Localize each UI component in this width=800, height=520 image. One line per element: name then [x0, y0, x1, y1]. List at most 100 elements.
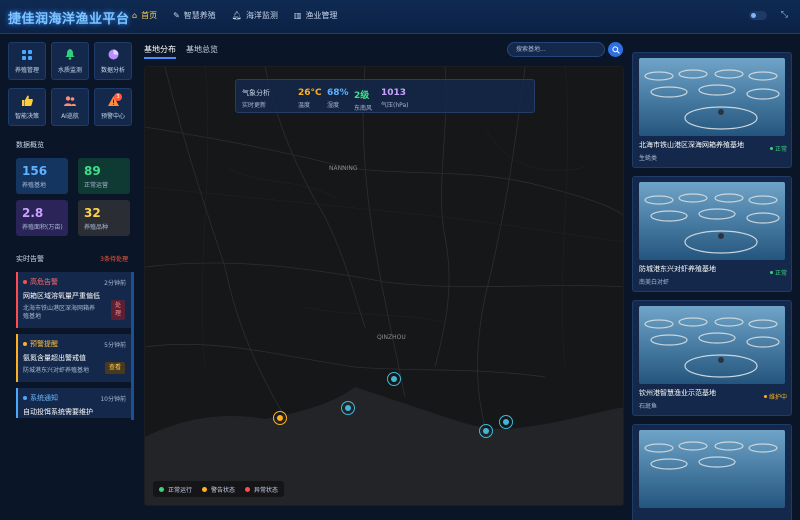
grid-icon: [21, 49, 33, 61]
base-card[interactable]: [632, 424, 792, 520]
base-species: 南美白对虾: [639, 279, 670, 286]
overview-stats: 156 养殖基地 89 正常运营 2.8 养殖面积(万亩) 32 养殖品种: [16, 158, 132, 236]
weather-value: 26°C: [298, 88, 322, 98]
map-place-label: QINZHOU: [377, 334, 406, 341]
pen-icon: ✎: [173, 11, 180, 20]
handle-button[interactable]: 处理: [111, 300, 125, 320]
base-name: 钦州港智慧渔业示范基地: [639, 389, 716, 397]
stat-value: 2.8: [22, 206, 44, 220]
stat-value: 32: [84, 206, 101, 220]
base-list[interactable]: 北海市铁山港区深海网箱养殖基地 生蚝类 正常 防城港东兴对虾养殖基地 南美白对虾…: [632, 52, 796, 520]
nav-label: 智慧养殖: [183, 11, 216, 20]
stat-label: 养殖品种: [84, 224, 109, 231]
stat-label: 养殖基地: [22, 182, 47, 189]
weather-label: 湿度: [327, 102, 340, 109]
quick-label: 预警中心: [100, 112, 125, 120]
quick-label: 智能决策: [14, 112, 39, 120]
base-status: 正常: [769, 268, 787, 277]
quick-label: AI巡航: [61, 112, 79, 120]
base-card[interactable]: 钦州港智慧渔业示范基地 石斑鱼 维护中: [632, 300, 792, 416]
quick-label: 水质监测: [57, 66, 82, 74]
pie-icon: [107, 49, 119, 61]
quick-label: 数据分析: [100, 66, 125, 74]
base-name: 北海市铁山港区深海网箱养殖基地: [639, 141, 744, 149]
alert-time: 5分钟前: [104, 341, 126, 349]
map-legend: 正常运行 警告状态 异常状态: [153, 481, 285, 497]
nav-home[interactable]: ⌂ 首页: [132, 10, 157, 21]
alert-item[interactable]: 高危告警 2分钟前 网箱区域溶氧量严重偏低 北海市铁山港区深海网箱养殖基地 处理: [16, 272, 131, 328]
base-marker[interactable]: [479, 424, 493, 438]
alerts-list[interactable]: 高危告警 2分钟前 网箱区域溶氧量严重偏低 北海市铁山港区深海网箱养殖基地 处理…: [16, 272, 134, 420]
quick-smart-decision[interactable]: 智能决策: [8, 88, 46, 126]
stat-value: 89: [84, 164, 101, 178]
alert-time: 10分钟前: [100, 395, 126, 403]
nav-fishery-mgmt[interactable]: ▥ 渔业管理: [294, 10, 338, 21]
fullscreen-icon[interactable]: ⤡: [781, 10, 788, 20]
base-marker[interactable]: [499, 415, 513, 429]
base-card[interactable]: 北海市铁山港区深海网箱养殖基地 生蚝类 正常: [632, 52, 792, 168]
bell-icon: 🔔︎: [231, 11, 242, 20]
base-photo: [639, 430, 785, 508]
stat-label: 正常运营: [84, 182, 109, 189]
base-status: 维护中: [763, 392, 787, 401]
bell-icon: [64, 49, 76, 61]
alert-level: 预警提醒: [30, 340, 58, 348]
status-dot: [23, 342, 27, 346]
weather-temperature: 26°C 温度: [298, 88, 322, 109]
search-input[interactable]: [507, 42, 605, 57]
quick-data-analysis[interactable]: 数据分析: [94, 42, 132, 80]
stat-label: 养殖面积(万亩): [22, 224, 63, 231]
quick-water-quality[interactable]: 水质监测: [51, 42, 89, 80]
quick-farm-management[interactable]: 养殖管理: [8, 42, 46, 80]
app-title: 捷佳润海洋渔业平台: [8, 12, 130, 27]
left-panel: 养殖管理 水质监测 数据分析 智能决策 AI巡航 3 预警中心 数据概览 156…: [8, 42, 134, 420]
thumbs-up-icon: [21, 95, 33, 107]
map-tabs: 基地分布 基地总览: [144, 44, 218, 59]
status-dot: [23, 280, 27, 284]
legend-label: 正常运行: [168, 486, 193, 494]
nav-smart-farming[interactable]: ✎ 智慧养殖: [173, 10, 216, 21]
bars-icon: ▥: [293, 11, 302, 20]
base-photo: [639, 182, 785, 260]
base-marker[interactable]: [273, 411, 287, 425]
legend-label: 异常状态: [254, 486, 279, 494]
view-button[interactable]: 查看: [104, 362, 125, 374]
base-marker[interactable]: [341, 401, 355, 415]
search-button[interactable]: [608, 42, 623, 57]
quick-ai-patrol[interactable]: AI巡航: [51, 88, 89, 126]
quick-alert-center[interactable]: 3 预警中心: [94, 88, 132, 126]
stat-card-bases: 156 养殖基地: [16, 158, 68, 194]
weather-subtitle: 实时更新: [242, 102, 267, 109]
map-place-label: NANNING: [329, 165, 358, 172]
alert-level: 高危告警: [30, 278, 58, 286]
tab-base-overview[interactable]: 基地总览: [186, 44, 218, 59]
base-species: 石斑鱼: [639, 403, 658, 410]
status-dot: [159, 486, 164, 492]
stat-card-operating: 89 正常运营: [78, 158, 130, 194]
alert-detail: 防城港东兴对虾养殖基地: [23, 367, 90, 374]
alert-detail: 北海市铁山港区深海网箱养殖基地: [23, 305, 96, 320]
alert-message: 自动投饵系统需要维护: [23, 408, 93, 416]
top-bar: 捷佳润海洋渔业平台 ⌂ 首页 ✎ 智慧养殖 🔔︎ 海洋监测 ▥ 渔业管理 ⤡: [0, 0, 800, 34]
stat-value: 156: [22, 164, 48, 178]
status-dot: [245, 486, 251, 492]
tab-base-distribution[interactable]: 基地分布: [144, 44, 176, 59]
status-dot: [769, 271, 773, 274]
base-map[interactable]: NANNING QINZHOU 气象分析 实时更新 26°C 温度 68% 湿度…: [144, 66, 624, 506]
nav-label: 海洋监测: [245, 11, 278, 20]
base-status-label: 正常: [774, 270, 787, 277]
base-marker[interactable]: [387, 372, 401, 386]
base-card[interactable]: 防城港东兴对虾养殖基地 南美白对虾 正常: [632, 176, 792, 292]
alerts-title: 实时告警: [16, 255, 44, 263]
status-dot: [23, 396, 27, 400]
weather-value: 2级: [354, 91, 370, 101]
weather-panel: 气象分析 实时更新 26°C 温度 68% 湿度 2级 东南风 1013 气压(…: [235, 79, 535, 113]
main-nav: ⌂ 首页 ✎ 智慧养殖 🔔︎ 海洋监测 ▥ 渔业管理: [132, 10, 338, 21]
theme-toggle[interactable]: [748, 10, 767, 20]
alert-item[interactable]: 预警提醒 5分钟前 氨氮含量超出警戒值 防城港东兴对虾养殖基地 查看: [16, 334, 131, 382]
base-status-label: 维护中: [768, 394, 787, 401]
legend-label: 警告状态: [211, 486, 236, 494]
alert-item[interactable]: 系统通知 10分钟前 自动投饵系统需要维护: [16, 388, 131, 418]
nav-ocean-monitor[interactable]: 🔔︎ 海洋监测: [232, 10, 278, 21]
quick-actions: 养殖管理 水质监测 数据分析 智能决策 AI巡航 3 预警中心: [8, 42, 132, 126]
